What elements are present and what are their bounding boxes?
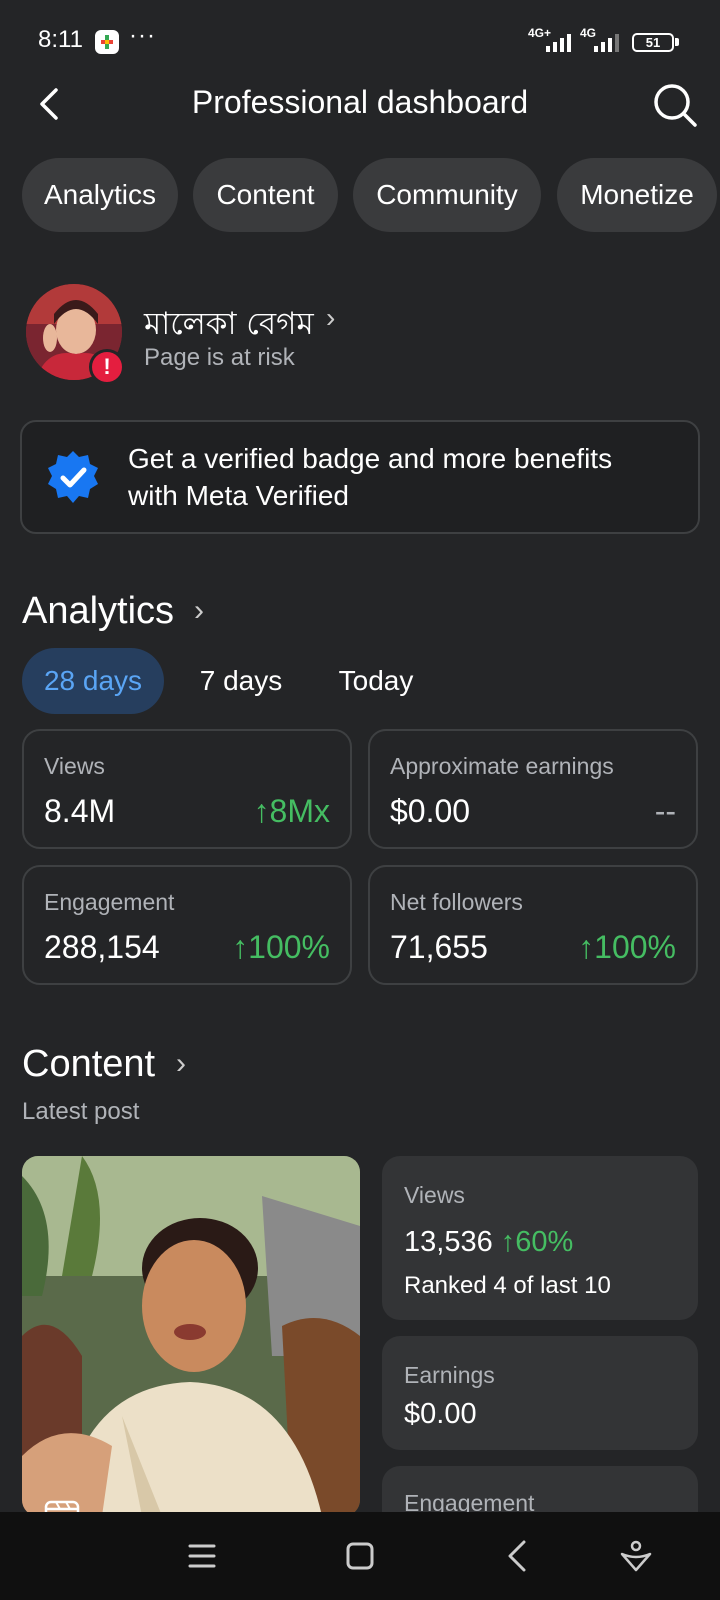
assistant-button[interactable]	[612, 1534, 660, 1578]
latest-post-thumbnail[interactable]	[22, 1156, 360, 1516]
alert-icon: !	[89, 349, 125, 385]
metric-card-earnings[interactable]: Approximate earnings $0.00 --	[368, 729, 698, 849]
search-button[interactable]	[650, 80, 700, 130]
post-views-value: 13,536	[404, 1226, 493, 1258]
home-button[interactable]	[336, 1534, 384, 1578]
back-button[interactable]	[30, 82, 70, 126]
search-icon	[654, 84, 697, 127]
latest-post-label: Latest post	[22, 1098, 140, 1125]
post-earnings-label: Earnings	[404, 1362, 495, 1388]
verified-badge-icon	[48, 451, 98, 503]
meta-verified-text: Get a verified badge and more benefits w…	[128, 443, 613, 511]
chevron-left-icon	[508, 1540, 526, 1572]
metric-change: ↑8Mx	[253, 793, 330, 829]
square-icon	[346, 1542, 374, 1570]
metric-label: Net followers	[390, 889, 523, 915]
tab-content[interactable]: Content	[193, 158, 338, 232]
play-store-notification-icon	[95, 30, 119, 54]
analytics-section-title[interactable]: Analytics	[22, 590, 174, 633]
system-back-button[interactable]	[494, 1534, 542, 1578]
metric-change: --	[654, 793, 676, 829]
period-28-days[interactable]: 28 days	[22, 648, 164, 714]
page-status-text: Page is at risk	[144, 344, 295, 371]
signal-icon-1	[546, 34, 571, 52]
signal-icon-2	[594, 34, 619, 52]
post-views-change: ↑60%	[500, 1226, 574, 1258]
post-views-card[interactable]: Views 13,536 ↑60% Ranked 4 of last 10	[382, 1156, 698, 1320]
tab-community[interactable]: Community	[353, 158, 541, 232]
metric-value: $0.00	[390, 793, 471, 829]
metric-label: Engagement	[44, 889, 175, 915]
tab-monetize[interactable]: Monetize	[557, 158, 717, 232]
period-today[interactable]: Today	[322, 648, 430, 714]
metric-value: 71,655	[390, 929, 488, 965]
recent-apps-button[interactable]	[178, 1534, 226, 1578]
chevron-right-icon[interactable]: ›	[194, 594, 204, 628]
assistant-icon	[620, 1540, 652, 1572]
status-time: 8:11	[38, 26, 83, 53]
period-7-days[interactable]: 7 days	[186, 648, 296, 714]
metric-value: 8.4M	[44, 793, 116, 829]
battery-nub	[675, 38, 679, 46]
post-views-rank: Ranked 4 of last 10	[404, 1272, 611, 1299]
more-notifications-indicator: ···	[129, 22, 156, 49]
metric-value: 288,154	[44, 929, 160, 965]
post-views-label: Views	[404, 1182, 465, 1208]
metric-change: ↑100%	[578, 929, 676, 965]
metric-label: Approximate earnings	[390, 753, 614, 779]
metric-change: ↑100%	[232, 929, 330, 965]
metric-card-engagement[interactable]: Engagement 288,154 ↑100%	[22, 865, 352, 985]
post-views-value-row: 13,536 ↑60%	[404, 1226, 573, 1259]
post-earnings-card[interactable]: Earnings $0.00	[382, 1336, 698, 1450]
battery-icon: 51	[632, 33, 674, 52]
post-earnings-value: $0.00	[404, 1398, 477, 1430]
chevron-right-icon[interactable]: ›	[326, 302, 335, 334]
metric-card-net-followers[interactable]: Net followers 71,655 ↑100%	[368, 865, 698, 985]
content-section-title[interactable]: Content	[22, 1043, 155, 1086]
chevron-right-icon[interactable]: ›	[176, 1047, 186, 1081]
chevron-left-icon	[40, 88, 58, 120]
metric-label: Views	[44, 753, 105, 779]
menu-icon	[188, 1544, 216, 1568]
page-title: Professional dashboard	[191, 84, 529, 120]
metric-card-views[interactable]: Views 8.4M ↑8Mx	[22, 729, 352, 849]
tab-analytics[interactable]: Analytics	[22, 158, 178, 232]
